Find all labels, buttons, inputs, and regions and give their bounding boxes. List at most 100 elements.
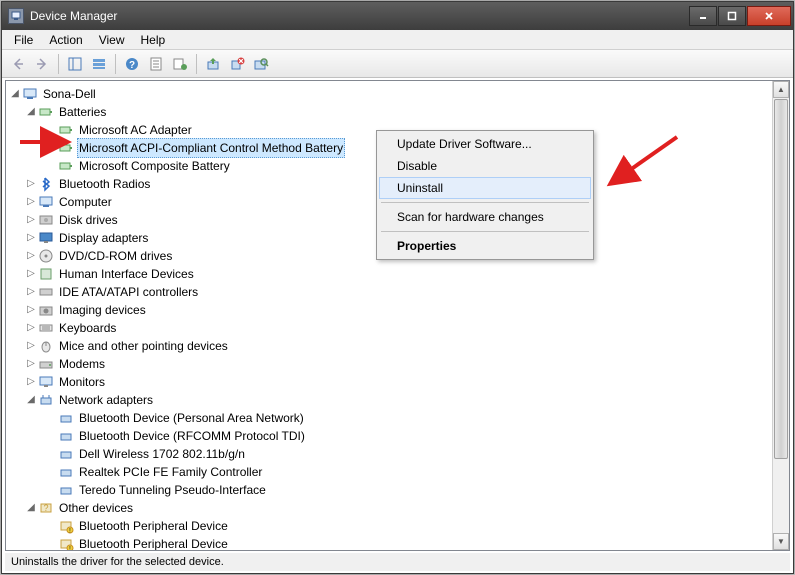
tree-label: Modems [57,355,107,373]
tree-label: Batteries [57,103,108,121]
tree-label: Microsoft AC Adapter [77,121,194,139]
computer-icon [22,86,38,102]
tree-category[interactable]: ▷Mice and other pointing devices [8,337,787,355]
tree-label: Network adapters [57,391,155,409]
uninstall-button[interactable] [226,53,248,75]
ctx-update-driver[interactable]: Update Driver Software... [379,133,591,155]
tree-root-label: Sona-Dell [41,85,98,103]
nav-forward-button[interactable] [31,53,53,75]
tree-label: Mice and other pointing devices [57,337,230,355]
tree-label: Display adapters [57,229,150,247]
unknown-device-icon: ! [58,518,74,534]
status-bar: Uninstalls the driver for the selected d… [5,553,790,571]
context-menu: Update Driver Software... Disable Uninst… [376,130,594,260]
tree-item[interactable]: ▸Teredo Tunneling Pseudo-Interface [8,481,787,499]
properties-button[interactable] [145,53,167,75]
titlebar: Device Manager [2,2,793,30]
menu-file[interactable]: File [6,31,41,49]
tree-label: Keyboards [57,319,118,337]
close-button[interactable] [747,6,791,26]
ctx-separator [381,231,589,232]
ctx-scan[interactable]: Scan for hardware changes [379,206,591,228]
network-icon [38,392,54,408]
tree-category[interactable]: ▷Human Interface Devices [8,265,787,283]
camera-icon [38,302,54,318]
tree-label: Other devices [57,499,135,517]
battery-icon [58,122,74,138]
tree-label: Bluetooth Device (RFCOMM Protocol TDI) [77,427,307,445]
scroll-thumb[interactable] [774,99,788,459]
menu-view[interactable]: View [91,31,133,49]
network-icon [58,428,74,444]
dvd-icon [38,248,54,264]
tree-label: Bluetooth Radios [57,175,152,193]
ctx-properties[interactable]: Properties [379,235,591,257]
tree-item[interactable]: ▸!Bluetooth Peripheral Device [8,535,787,550]
update-driver-button[interactable] [202,53,224,75]
scan-hardware-button[interactable] [250,53,272,75]
nav-back-button[interactable] [7,53,29,75]
tree-label: Realtek PCIe FE Family Controller [77,463,264,481]
tree-label: Bluetooth Peripheral Device [77,535,230,550]
tree-label: Human Interface Devices [57,265,196,283]
tree-label: Computer [57,193,114,211]
tree-category-other[interactable]: ◢?Other devices [8,499,787,517]
tree-item[interactable]: ▸Dell Wireless 1702 802.11b/g/n [8,445,787,463]
bluetooth-icon [38,176,54,192]
vertical-scrollbar[interactable]: ▲ ▼ [772,81,789,550]
network-icon [58,482,74,498]
maximize-button[interactable] [718,6,746,26]
tree-category[interactable]: ▷Monitors [8,373,787,391]
menu-bar: File Action View Help [2,30,793,50]
show-hide-tree-button[interactable] [64,53,86,75]
view-mode-button[interactable] [88,53,110,75]
tree-label: Imaging devices [57,301,148,319]
help-button[interactable]: ? [121,53,143,75]
tree-item[interactable]: ▸!Bluetooth Peripheral Device [8,517,787,535]
tree-label: Microsoft ACPI-Compliant Control Method … [77,138,345,158]
ctx-disable[interactable]: Disable [379,155,591,177]
svg-text:?: ? [43,503,48,513]
minimize-button[interactable] [689,6,717,26]
tree-item[interactable]: ▸Realtek PCIe FE Family Controller [8,463,787,481]
toolbar-separator [58,54,59,74]
tree-category[interactable]: ▷Keyboards [8,319,787,337]
mouse-icon [38,338,54,354]
computer-icon [38,194,54,210]
tree-category[interactable]: ▷IDE ATA/ATAPI controllers [8,283,787,301]
ide-icon [38,284,54,300]
tree-label: Dell Wireless 1702 802.11b/g/n [77,445,247,463]
action-button[interactable] [169,53,191,75]
network-icon [58,464,74,480]
scroll-up-button[interactable]: ▲ [773,81,789,98]
menu-action[interactable]: Action [41,31,90,49]
tree-item[interactable]: ▸Bluetooth Device (Personal Area Network… [8,409,787,427]
tree-root[interactable]: ◢ Sona-Dell [8,85,787,103]
tree-category[interactable]: ▷Modems [8,355,787,373]
ctx-separator [381,202,589,203]
network-icon [58,410,74,426]
tree-label: Bluetooth Peripheral Device [77,517,230,535]
tree-category-network[interactable]: ◢Network adapters [8,391,787,409]
tree-label: Monitors [57,373,107,391]
tree-item[interactable]: ▸Bluetooth Device (RFCOMM Protocol TDI) [8,427,787,445]
monitor-icon [38,374,54,390]
tree-category-batteries[interactable]: ◢ Batteries [8,103,787,121]
window-controls [688,6,791,26]
tree-label: Bluetooth Device (Personal Area Network) [77,409,306,427]
tree-label: Teredo Tunneling Pseudo-Interface [77,481,268,499]
network-icon [58,446,74,462]
svg-text:?: ? [129,60,135,71]
scroll-down-button[interactable]: ▼ [773,533,789,550]
keyboard-icon [38,320,54,336]
tree-category[interactable]: ▷Imaging devices [8,301,787,319]
unknown-device-icon: ! [58,536,74,550]
toolbar: ? [2,50,793,78]
ctx-uninstall[interactable]: Uninstall [379,177,591,199]
menu-help[interactable]: Help [133,31,174,49]
display-icon [38,230,54,246]
modem-icon [38,356,54,372]
tree-label: Disk drives [57,211,120,229]
tree-label: DVD/CD-ROM drives [57,247,174,265]
battery-icon [58,140,74,156]
